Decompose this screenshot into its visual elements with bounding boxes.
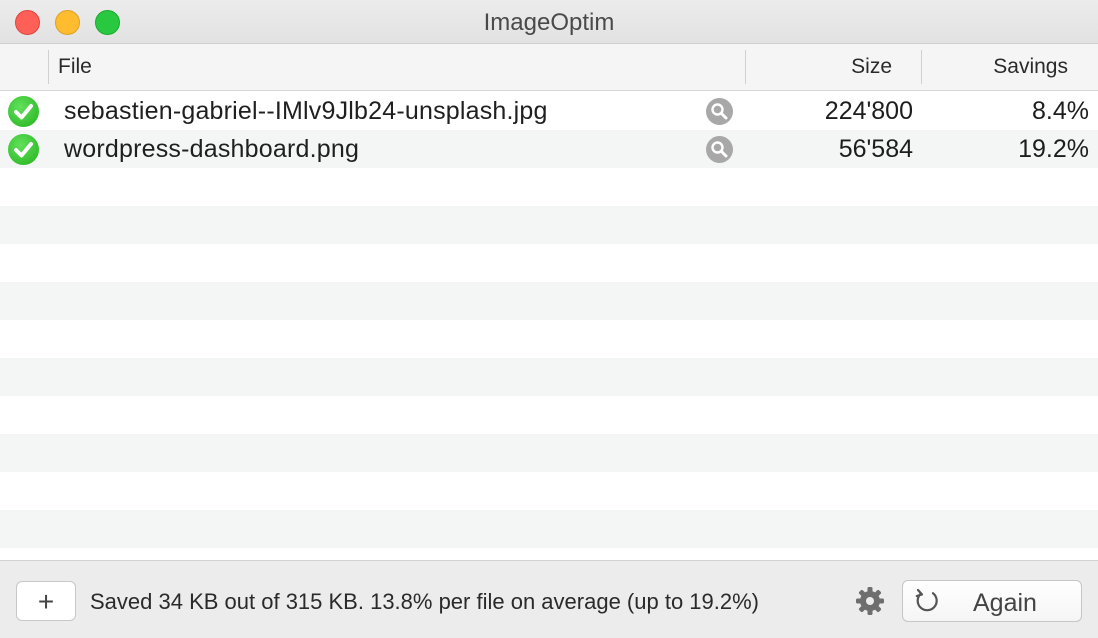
column-divider[interactable] bbox=[921, 50, 922, 84]
column-divider[interactable] bbox=[48, 50, 49, 84]
checkmark-icon bbox=[8, 134, 39, 165]
table-header: File Size Savings bbox=[0, 44, 1098, 91]
magnifier-icon[interactable] bbox=[706, 136, 733, 163]
bottom-toolbar: + Saved 34 KB out of 315 KB. 13.8% per f… bbox=[0, 560, 1098, 638]
empty-row bbox=[0, 206, 1098, 244]
empty-row bbox=[0, 320, 1098, 358]
refresh-icon bbox=[915, 588, 938, 612]
file-table: sebastien-gabriel--IMlv9Jlb24-unsplash.j… bbox=[0, 92, 1098, 560]
file-name: wordpress-dashboard.png bbox=[64, 135, 360, 163]
empty-row bbox=[0, 244, 1098, 282]
status-text: Saved 34 KB out of 315 KB. 13.8% per fil… bbox=[90, 589, 759, 614]
plus-icon: + bbox=[37, 586, 55, 617]
file-savings: 19.2% bbox=[1018, 135, 1089, 163]
title-bar: ImageOptim bbox=[0, 0, 1098, 44]
magnifier-icon[interactable] bbox=[706, 98, 733, 125]
empty-row bbox=[0, 434, 1098, 472]
again-label: Again bbox=[973, 589, 1037, 617]
column-header-file[interactable]: File bbox=[58, 55, 92, 79]
column-divider[interactable] bbox=[745, 50, 746, 84]
checkmark-icon bbox=[8, 96, 39, 127]
window-title: ImageOptim bbox=[483, 9, 615, 36]
gear-icon[interactable] bbox=[855, 586, 885, 616]
add-files-button[interactable]: + bbox=[16, 581, 76, 621]
file-size: 224'800 bbox=[824, 97, 913, 125]
empty-row bbox=[0, 358, 1098, 396]
column-header-savings[interactable]: Savings bbox=[993, 55, 1068, 79]
empty-row bbox=[0, 282, 1098, 320]
table-row[interactable]: sebastien-gabriel--IMlv9Jlb24-unsplash.j… bbox=[0, 92, 1098, 130]
empty-row bbox=[0, 168, 1098, 206]
column-header-size[interactable]: Size bbox=[851, 55, 892, 79]
empty-row bbox=[0, 396, 1098, 434]
again-button[interactable]: Again bbox=[902, 580, 1082, 622]
file-size: 56'584 bbox=[838, 135, 913, 163]
file-savings: 8.4% bbox=[1032, 97, 1089, 125]
empty-row bbox=[0, 510, 1098, 548]
file-name: sebastien-gabriel--IMlv9Jlb24-unsplash.j… bbox=[64, 97, 548, 125]
table-row[interactable]: wordpress-dashboard.png 56'584 19.2% bbox=[0, 130, 1098, 168]
empty-row bbox=[0, 472, 1098, 510]
